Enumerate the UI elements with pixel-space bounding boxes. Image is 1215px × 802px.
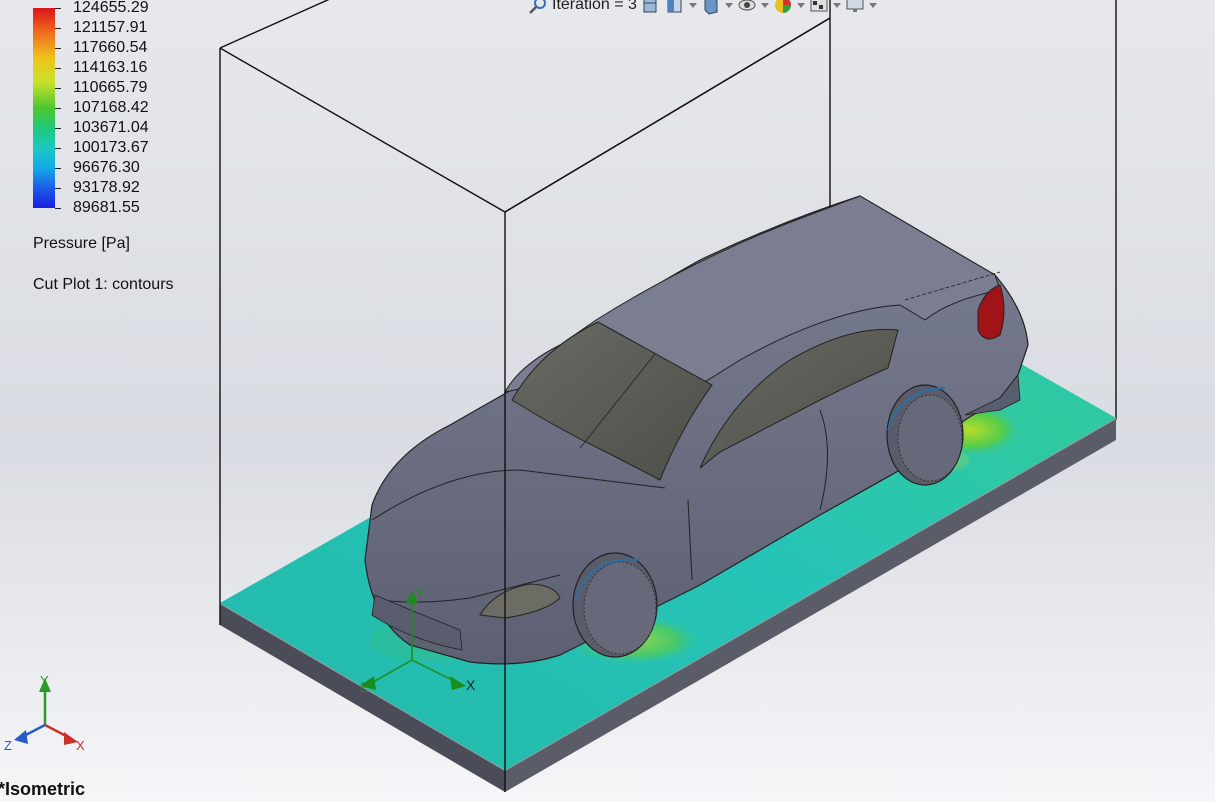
heads-up-view-toolbar: Iteration = 3 bbox=[528, 0, 877, 18]
legend-tick bbox=[55, 128, 61, 129]
triad-x-label: X bbox=[76, 738, 85, 753]
hide-show-icon bbox=[738, 0, 756, 11]
chevron-down-icon[interactable] bbox=[760, 2, 769, 8]
legend-value: 114163.16 bbox=[73, 59, 148, 76]
legend-value: 89681.55 bbox=[73, 199, 140, 216]
chevron-down-icon[interactable] bbox=[796, 2, 805, 8]
legend-value: 107168.42 bbox=[73, 99, 149, 116]
chevron-down-icon[interactable] bbox=[688, 2, 697, 8]
monitor-icon bbox=[846, 0, 864, 12]
triad-z-label: Z bbox=[4, 738, 12, 753]
section-view-button[interactable] bbox=[665, 0, 697, 16]
legend-tick bbox=[55, 88, 61, 89]
view-orientation-name: *Isometric bbox=[0, 779, 86, 799]
pressure-legend[interactable]: 124655.29 121157.91 117660.54 114163.16 1106… bbox=[33, 0, 233, 218]
legend-tick bbox=[55, 48, 61, 49]
legend-value: 110665.79 bbox=[73, 79, 148, 96]
iteration-button[interactable] bbox=[641, 0, 661, 16]
chevron-down-icon[interactable] bbox=[868, 2, 877, 8]
section-view-icon bbox=[667, 0, 682, 13]
triad-y-label: Y bbox=[40, 673, 49, 688]
origin-z-label: Z bbox=[360, 679, 369, 695]
legend-value: 93178.92 bbox=[73, 179, 140, 196]
origin-x-label: X bbox=[466, 677, 476, 693]
legend-tick bbox=[55, 8, 61, 9]
chevron-down-icon[interactable] bbox=[724, 2, 733, 8]
legend-tick bbox=[55, 148, 61, 149]
color-scale-bar bbox=[33, 8, 55, 208]
appearance-button[interactable] bbox=[773, 0, 805, 16]
legend-value: 103671.04 bbox=[73, 119, 149, 136]
appearance-icon bbox=[774, 0, 791, 13]
zoom-icon bbox=[529, 0, 546, 14]
legend-tick bbox=[55, 108, 61, 109]
legend-tick bbox=[55, 28, 61, 29]
zoom-button[interactable] bbox=[528, 0, 548, 16]
scene-button[interactable] bbox=[809, 0, 841, 16]
legend-value: 121157.91 bbox=[73, 19, 148, 36]
legend-title: Pressure [Pa] bbox=[33, 235, 130, 252]
cut-plot-name: Cut Plot 1: contours bbox=[33, 276, 174, 293]
legend-tick bbox=[55, 208, 61, 209]
view-triad[interactable]: Y X Z bbox=[4, 673, 85, 753]
legend-tick bbox=[55, 188, 61, 189]
hide-show-button[interactable] bbox=[737, 0, 769, 16]
legend-value: 96676.30 bbox=[73, 159, 140, 176]
iteration-icon bbox=[643, 0, 657, 13]
scene-icon bbox=[810, 0, 828, 12]
origin-y-label: Y bbox=[415, 585, 425, 601]
legend-tick bbox=[55, 168, 61, 169]
legend-value: 100173.67 bbox=[73, 139, 149, 156]
display-style-icon bbox=[704, 0, 718, 15]
legend-value: 124655.29 bbox=[73, 0, 149, 16]
iteration-label: Iteration = 3 bbox=[552, 0, 637, 13]
legend-tick bbox=[55, 68, 61, 69]
monitor-button[interactable] bbox=[845, 0, 877, 16]
legend-value: 117660.54 bbox=[73, 39, 148, 56]
chevron-down-icon[interactable] bbox=[832, 2, 841, 8]
display-style-button[interactable] bbox=[701, 0, 733, 16]
